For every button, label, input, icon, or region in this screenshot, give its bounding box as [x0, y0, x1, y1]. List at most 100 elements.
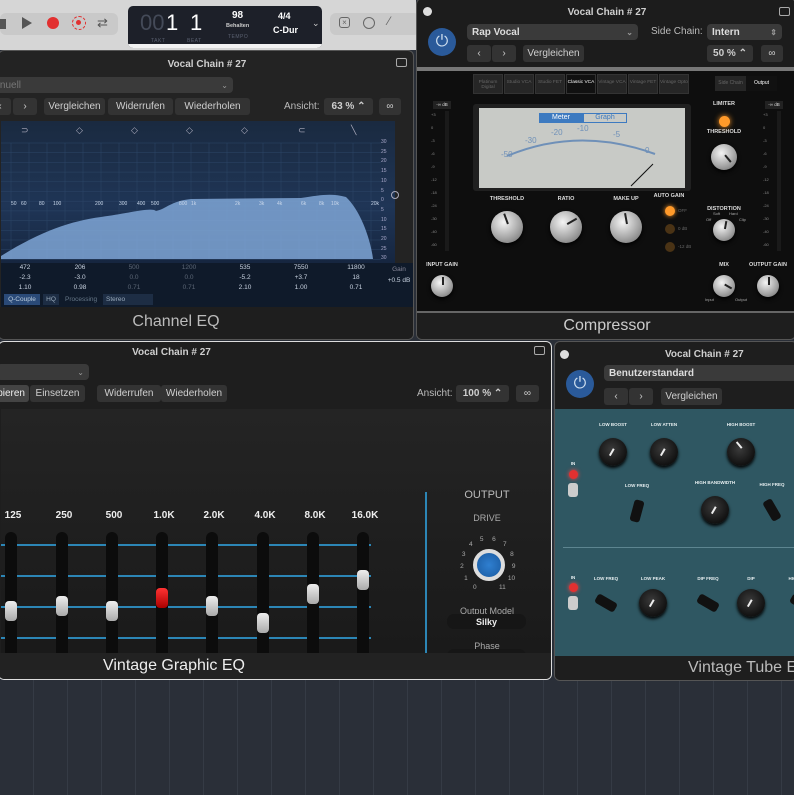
model-classic-vca[interactable]: Classic VCA: [566, 74, 596, 94]
band-gain[interactable]: 0.0: [109, 274, 159, 281]
model-vintage-fet[interactable]: Vintage FET: [628, 74, 658, 94]
output-gain-knob[interactable]: [757, 275, 779, 297]
band-slider-handle[interactable]: [156, 587, 168, 608]
record-icon[interactable]: [47, 17, 59, 29]
stop-icon[interactable]: [0, 19, 6, 29]
copy-button[interactable]: Kopieren: [0, 385, 29, 402]
distortion-knob[interactable]: [713, 219, 735, 241]
band-gain[interactable]: -2.3: [0, 274, 50, 281]
output-model-select[interactable]: Silky: [447, 614, 526, 629]
band-frequency[interactable]: 1200: [164, 264, 214, 271]
expand-icon[interactable]: [396, 58, 407, 67]
lcd-display[interactable]: 00 1 1 TAKT BEAT 98 Behalten TEMPO 4/4 C…: [128, 6, 322, 48]
band-gain[interactable]: 0.0: [164, 274, 214, 281]
meter-tab[interactable]: Meter: [539, 113, 583, 123]
side-chain-button[interactable]: Side Chain: [715, 76, 746, 91]
view-zoom-select[interactable]: 100 % ⌃: [456, 385, 509, 402]
gain-slider-handle[interactable]: [391, 191, 399, 199]
prev-preset-button[interactable]: ‹: [467, 45, 491, 62]
band-slider-handle[interactable]: [56, 595, 68, 616]
band-q[interactable]: 1.00: [276, 284, 326, 291]
high-freq-switch[interactable]: [762, 497, 782, 523]
redo-button[interactable]: Wiederholen: [161, 385, 227, 402]
auto-gain-1-button[interactable]: [665, 224, 675, 234]
limiter-threshold-knob[interactable]: [711, 144, 737, 170]
drive-knob[interactable]: [473, 549, 505, 581]
band-q[interactable]: 0.71: [164, 284, 214, 291]
lower-dip-knob[interactable]: [737, 589, 765, 617]
gain-value[interactable]: +0.5 dB: [374, 277, 413, 284]
link-icon[interactable]: ∞: [761, 45, 783, 62]
view-zoom-select[interactable]: 50 % ⌃: [707, 45, 753, 62]
model-platinum-digital[interactable]: Platinum Digital: [473, 74, 503, 94]
view-zoom-select[interactable]: 63 % ⌃: [324, 98, 373, 115]
lcd-chevron-icon[interactable]: ⌄: [312, 18, 320, 29]
next-preset-button[interactable]: ›: [492, 45, 516, 62]
band-4-filter-icon[interactable]: ◇: [186, 125, 193, 136]
close-button[interactable]: [560, 350, 569, 359]
output-button[interactable]: Output: [746, 76, 777, 91]
band-slider-handle[interactable]: [106, 601, 118, 622]
side-chain-select[interactable]: Intern ⇕: [707, 24, 782, 40]
high-bandwidth-knob[interactable]: [701, 496, 729, 524]
processing-select[interactable]: Stereo: [103, 294, 153, 305]
low-atten-knob[interactable]: [650, 438, 678, 466]
preset-dropdown[interactable]: Benutzerstandard: [604, 365, 794, 381]
band-slider-handle[interactable]: [5, 601, 17, 622]
high-boost-knob[interactable]: [727, 438, 755, 466]
mix-knob[interactable]: [713, 275, 735, 297]
band-frequency[interactable]: 535: [220, 264, 270, 271]
band-frequency[interactable]: 472: [0, 264, 50, 271]
in-toggle[interactable]: [568, 483, 578, 497]
auto-gain-2-button[interactable]: [665, 242, 675, 252]
cycle-icon[interactable]: ⇄: [97, 15, 108, 31]
model-vintage-vca[interactable]: Vintage VCA: [597, 74, 627, 94]
model-studio-fet[interactable]: Studio FET: [535, 74, 565, 94]
undo-button[interactable]: Widerrufen: [108, 98, 173, 115]
band-gain[interactable]: -5.2: [220, 274, 270, 281]
model-vintage-opto[interactable]: Vintage Opto: [659, 74, 689, 94]
tuner-icon[interactable]: ⁄: [388, 14, 390, 28]
power-button[interactable]: ⏻: [566, 370, 594, 398]
lower-low-peak-knob[interactable]: [639, 589, 667, 617]
lower-high-freq-switch[interactable]: [788, 593, 794, 613]
band-q[interactable]: 0.98: [55, 284, 105, 291]
band-slider-handle[interactable]: [307, 584, 319, 605]
redo-button[interactable]: Wiederholen: [175, 98, 250, 115]
prev-preset-button[interactable]: ‹: [604, 388, 628, 405]
lower-low-freq-switch[interactable]: [593, 593, 619, 613]
band-q[interactable]: 0.71: [109, 284, 159, 291]
band-7-filter-icon[interactable]: ╲: [351, 125, 356, 136]
eq-graph[interactable]: ⊃ ◇ ◇ ◇ ◇ ⊂ ╲ 50 60 80 100 200 300 400 500 800 1k 2k 3k 4k 6…: [1, 121, 399, 263]
preset-dropdown[interactable]: Manuell ⌄: [0, 77, 233, 93]
band-q[interactable]: 0.71: [331, 284, 381, 291]
ratio-knob[interactable]: [550, 211, 582, 243]
expand-icon[interactable]: [534, 346, 545, 355]
band-3-filter-icon[interactable]: ◇: [131, 125, 138, 136]
auto-gain-0-button[interactable]: [665, 206, 675, 216]
expand-icon[interactable]: [779, 7, 790, 16]
band-q[interactable]: 1.10: [0, 284, 50, 291]
link-icon[interactable]: ∞: [516, 385, 539, 402]
limiter-button[interactable]: [719, 116, 730, 127]
play-icon[interactable]: [22, 17, 32, 29]
band-slider-handle[interactable]: [206, 595, 218, 616]
band-5-filter-icon[interactable]: ◇: [241, 125, 248, 136]
graph-tab[interactable]: Graph: [583, 113, 627, 123]
band-frequency[interactable]: 500: [109, 264, 159, 271]
gauge-icon[interactable]: [363, 17, 375, 29]
hq-button[interactable]: HQ: [43, 294, 59, 305]
band-1-filter-icon[interactable]: ⊃: [21, 125, 29, 136]
make-up-knob[interactable]: [610, 211, 642, 243]
undo-button[interactable]: Widerrufen: [97, 385, 161, 402]
band-gain[interactable]: +3.7: [276, 274, 326, 281]
compare-button[interactable]: Vergleichen: [661, 388, 722, 405]
band-slider-handle[interactable]: [257, 613, 269, 634]
band-frequency[interactable]: 7550: [276, 264, 326, 271]
input-gain-knob[interactable]: [431, 275, 453, 297]
capture-record-icon[interactable]: [72, 16, 86, 30]
threshold-knob[interactable]: [491, 211, 523, 243]
band-frequency[interactable]: 206: [55, 264, 105, 271]
band-q[interactable]: 2.10: [220, 284, 270, 291]
compare-button[interactable]: Vergleichen: [523, 45, 584, 62]
